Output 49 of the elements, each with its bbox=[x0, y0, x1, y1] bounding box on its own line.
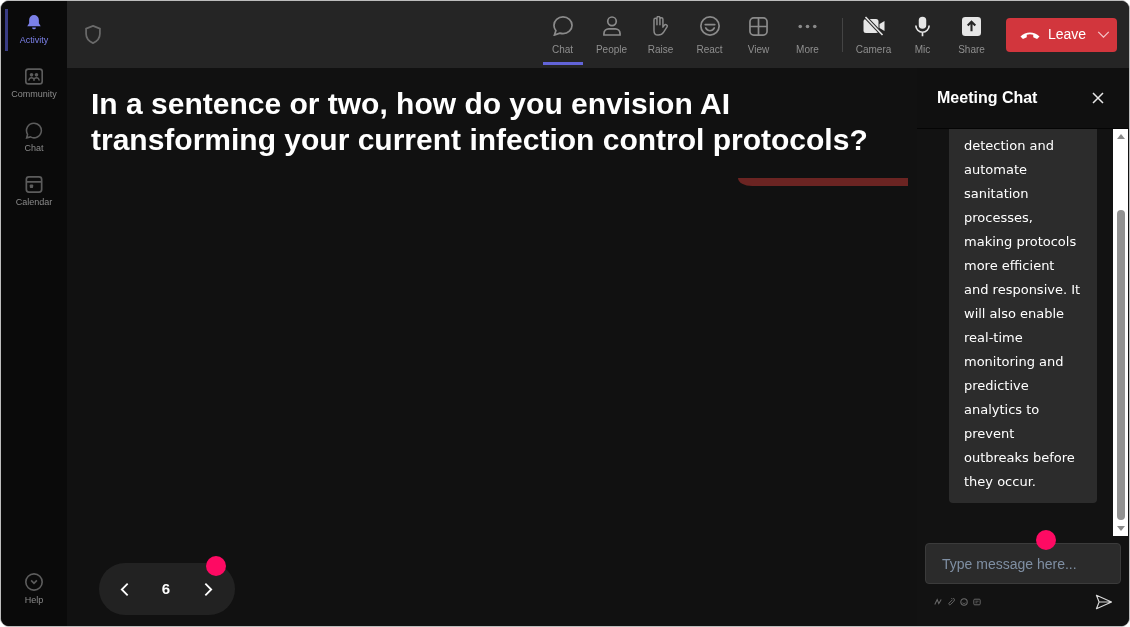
leave-button[interactable]: Leave bbox=[1006, 17, 1090, 52]
toolbar-button[interactable]: View bbox=[734, 1, 783, 68]
scroll-down-icon[interactable] bbox=[1116, 526, 1125, 531]
smiley-icon[interactable] bbox=[960, 598, 968, 606]
chevron-left-icon bbox=[119, 581, 129, 597]
bell-icon bbox=[25, 14, 43, 31]
more-icon bbox=[798, 23, 817, 29]
paperclip-icon[interactable] bbox=[947, 598, 955, 606]
help-button[interactable]: Help bbox=[1, 560, 67, 614]
format-icon[interactable] bbox=[934, 598, 942, 606]
shield-icon bbox=[85, 25, 101, 44]
question-text: In a sentence or two, how do you envision AI transforming your current infection control protocols? bbox=[91, 86, 869, 158]
speech-bubble-icon bbox=[25, 122, 43, 139]
scroll-up-icon[interactable] bbox=[1116, 134, 1125, 139]
help-icon bbox=[25, 573, 43, 591]
sticker-icon[interactable] bbox=[973, 598, 981, 606]
message-input[interactable]: Type message here... bbox=[925, 543, 1121, 584]
sidebar-item[interactable]: Community bbox=[1, 55, 67, 109]
chat-title: Meeting Chat bbox=[937, 88, 1038, 108]
people-box-icon bbox=[25, 68, 43, 85]
touch-indicator-icon bbox=[1036, 530, 1056, 550]
close-icon bbox=[1092, 92, 1104, 104]
toolbar-button[interactable]: People bbox=[587, 1, 636, 68]
send-button[interactable] bbox=[1095, 594, 1113, 610]
send-icon bbox=[1095, 594, 1113, 610]
chevron-right-icon bbox=[203, 581, 213, 597]
toolbar-button[interactable]: Mic bbox=[898, 1, 947, 68]
grid-icon bbox=[749, 16, 768, 36]
toolbar-button[interactable]: React bbox=[685, 1, 734, 68]
leave-menu-button[interactable] bbox=[1090, 17, 1117, 52]
share-icon bbox=[962, 16, 981, 36]
hand-icon bbox=[653, 16, 668, 36]
sidebar-item[interactable]: Chat bbox=[1, 109, 67, 163]
smiley-icon bbox=[699, 16, 720, 36]
page-number: 6 bbox=[160, 578, 172, 599]
scrollbar-thumb[interactable] bbox=[1116, 210, 1125, 520]
speech-bubble-icon bbox=[552, 16, 573, 36]
toolbar-button[interactable]: Share bbox=[947, 1, 996, 68]
person-icon bbox=[602, 16, 621, 36]
toolbar-button[interactable]: Raise bbox=[636, 1, 685, 68]
touch-indicator-icon bbox=[206, 556, 226, 576]
chat-message: detection and automate sanitation processes, making protocols more efficient and responsive. It will also enable real-time monitoring and predictive analytics to prevent outbreaks before they occur. bbox=[949, 129, 1097, 503]
close-button[interactable] bbox=[1092, 92, 1104, 104]
calendar-icon bbox=[25, 176, 43, 193]
sidebar-item[interactable]: Calendar bbox=[1, 163, 67, 217]
toolbar-button[interactable]: More bbox=[783, 1, 832, 68]
caret-icon bbox=[1097, 31, 1110, 38]
toolbar-button[interactable]: Camera bbox=[849, 1, 898, 68]
scrollbar[interactable] bbox=[1113, 129, 1128, 536]
